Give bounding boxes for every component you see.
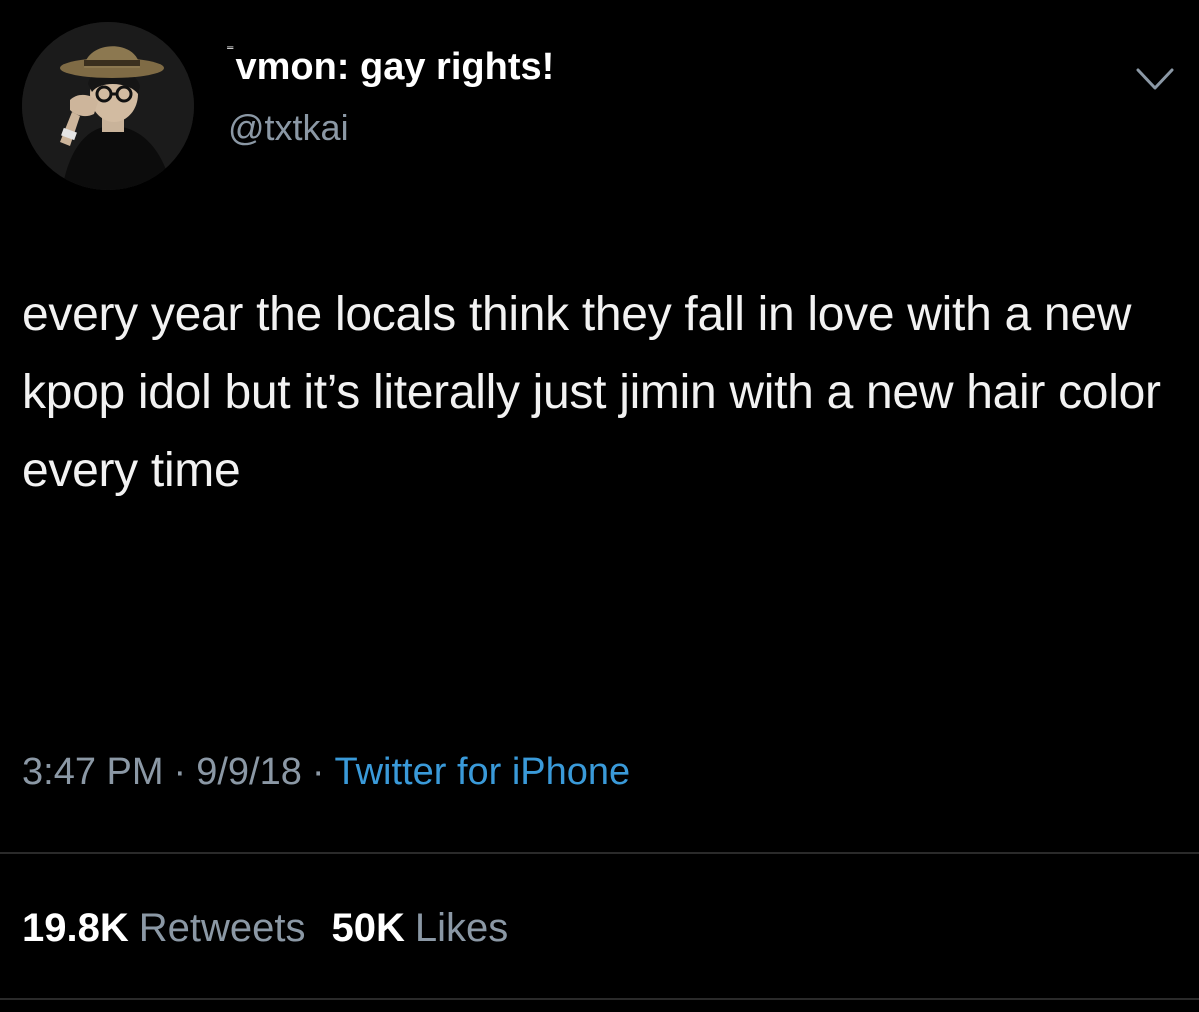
tweet-card: ⁼ vmon: gay rights! @txtkai every year t… [0,0,1199,1012]
meta-separator: · [173,751,187,793]
display-name-symbol: ⁼ [226,43,235,60]
retweets-count: 19.8K [22,906,129,950]
display-name-row[interactable]: ⁼ vmon: gay rights! [226,42,554,102]
likes-stat[interactable]: 50K Likes [332,906,535,950]
display-name[interactable]: vmon: gay rights! [235,42,554,92]
tweet-stats: 19.8K Retweets 50K Likes [22,902,534,954]
tweet-source-link[interactable]: Twitter for iPhone [335,751,631,793]
likes-label: Likes [414,906,509,950]
retweets-label: Retweets [138,906,306,950]
retweets-stat[interactable]: 19.8K Retweets [22,906,332,950]
avatar[interactable] [22,22,194,190]
user-handle[interactable]: @txtkai [228,106,349,150]
tweet-time[interactable]: 3:47 PM [22,751,164,793]
meta-separator: · [311,751,325,793]
tweet-meta: 3:47 PM · 9/9/18 · Twitter for iPhone [22,748,630,796]
avatar-photo [22,22,194,190]
chevron-down-icon[interactable] [1134,64,1176,94]
tweet-date[interactable]: 9/9/18 [196,751,302,793]
divider [0,852,1199,854]
likes-count: 50K [331,906,405,950]
divider [0,998,1199,1000]
tweet-text: every year the locals think they fall in… [22,288,1161,497]
